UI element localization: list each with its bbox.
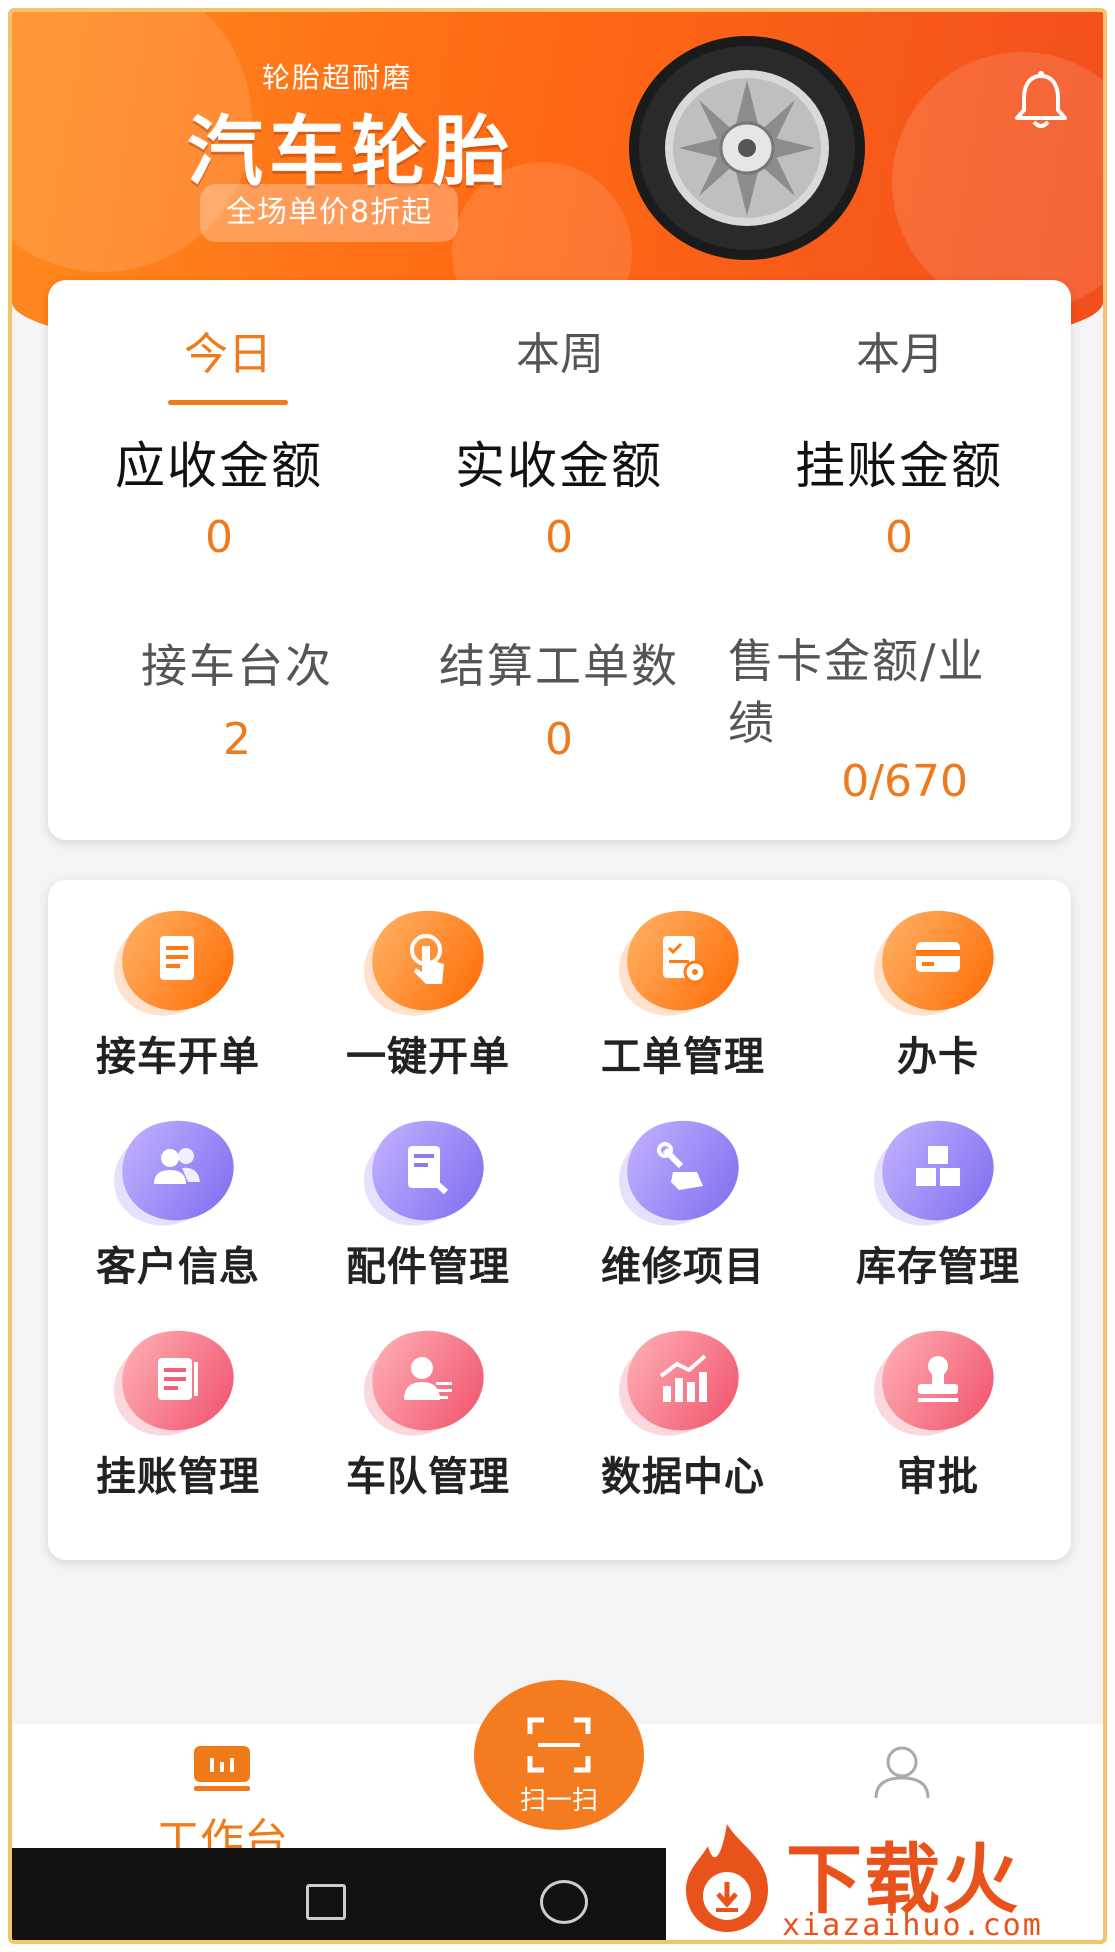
stat-label: 应收金额 [115, 437, 323, 495]
grid-item-inventory[interactable]: 库存管理 [828, 1107, 1048, 1292]
grid-item-label: 挂账管理 [96, 1454, 260, 1500]
grid-item-label: 接车开单 [96, 1034, 260, 1080]
banner-promo: 全场单价8折起 [200, 184, 459, 242]
boxes-icon [871, 1107, 1005, 1233]
stat-value: 0/670 [841, 756, 968, 807]
credit-card-icon [871, 897, 1005, 1023]
work-order-gear-icon [616, 897, 750, 1023]
tap-hand-icon [361, 897, 495, 1023]
home-icon[interactable] [540, 1880, 588, 1924]
grid-item-quick-order[interactable]: 一键开单 [318, 897, 538, 1082]
grid-item-label: 一键开单 [346, 1034, 510, 1080]
stat-label: 挂账金额 [795, 437, 1003, 495]
active-tab-indicator [168, 400, 288, 405]
stat-value: 0 [545, 512, 573, 563]
parts-doc-wrench-icon [361, 1107, 495, 1233]
fleet-person-icon [361, 1317, 495, 1443]
stat-value: 2 [223, 714, 251, 765]
document-icon [111, 897, 245, 1023]
grid-item-customer-info[interactable]: 客户信息 [68, 1107, 288, 1292]
stat-label: 接车台次 [141, 639, 333, 693]
grid-item-on-account[interactable]: 挂账管理 [68, 1317, 288, 1502]
bar-chart-icon [616, 1317, 750, 1443]
stat-settled-orders: 结算工单数 0 [394, 630, 724, 765]
stat-value: 0 [205, 512, 233, 563]
scan-button[interactable]: 扫一扫 [474, 1680, 644, 1830]
scan-icon [527, 1717, 591, 1773]
customers-icon [111, 1107, 245, 1233]
grid-item-work-orders[interactable]: 工单管理 [573, 897, 793, 1082]
function-grid: 接车开单 一键开单 工单管理 办卡 客户信息 配件管理 维修项目 库存管理 挂账… [48, 880, 1071, 1560]
grid-item-approval[interactable]: 审批 [828, 1317, 1048, 1502]
stat-label: 结算工单数 [439, 639, 679, 693]
stat-received: 实收金额 0 [394, 426, 724, 563]
grid-item-data-center[interactable]: 数据中心 [573, 1317, 793, 1502]
stat-vehicle-intake: 接车台次 2 [72, 630, 402, 765]
grid-item-label: 数据中心 [601, 1454, 765, 1500]
stat-value: 0 [885, 512, 913, 563]
watermark: 下载火 xiazaihuo.com [666, 1810, 1103, 1943]
scan-button-label: 扫一扫 [519, 1786, 598, 1816]
stat-receivable: 应收金额 0 [54, 426, 384, 563]
bell-icon[interactable] [1012, 70, 1070, 132]
stamp-icon [871, 1317, 1005, 1443]
grid-item-label: 工单管理 [601, 1034, 765, 1080]
stat-card-sales: 售卡金额/业绩 0/670 [728, 630, 1028, 807]
grid-item-parts[interactable]: 配件管理 [318, 1107, 538, 1292]
stats-card: 今日 本周 本月 应收金额 0 实收金额 0 挂账金额 0 接车台次 2 结算工… [48, 280, 1071, 840]
tab-today[interactable]: 今日 [128, 318, 328, 382]
stat-label: 售卡金额/业绩 [728, 634, 986, 750]
grid-item-fleet[interactable]: 车队管理 [318, 1317, 538, 1502]
stat-label: 实收金额 [455, 437, 663, 495]
ledger-icon [111, 1317, 245, 1443]
watermark-domain: xiazaihuo.com [782, 1908, 1043, 1943]
recents-icon[interactable] [306, 1884, 346, 1920]
grid-item-repair-items[interactable]: 维修项目 [573, 1107, 793, 1292]
tab-this-week[interactable]: 本周 [460, 318, 660, 382]
flame-logo-icon [686, 1824, 768, 1932]
grid-item-issue-card[interactable]: 办卡 [828, 897, 1048, 1082]
tire-image [629, 36, 865, 260]
grid-item-label: 库存管理 [856, 1244, 1020, 1290]
grid-item-label: 办卡 [897, 1034, 979, 1080]
grid-item-label: 配件管理 [346, 1244, 510, 1290]
workbench-icon [194, 1746, 250, 1791]
app-screen: 轮胎超耐磨 汽车轮胎 全场单价8折起 今日 本周 本月 应收金额 0 实收金额 … [8, 8, 1107, 1944]
grid-item-label: 审批 [897, 1454, 979, 1500]
grid-item-label: 维修项目 [601, 1244, 765, 1290]
stat-value: 0 [545, 714, 573, 765]
grid-item-label: 车队管理 [346, 1454, 510, 1500]
wrench-hand-icon [616, 1107, 750, 1233]
profile-icon [874, 1746, 930, 1799]
grid-item-label: 客户信息 [96, 1244, 260, 1290]
stat-on-account: 挂账金额 0 [734, 426, 1064, 563]
tab-this-month[interactable]: 本月 [800, 318, 1000, 382]
grid-item-vehicle-intake[interactable]: 接车开单 [68, 897, 288, 1082]
